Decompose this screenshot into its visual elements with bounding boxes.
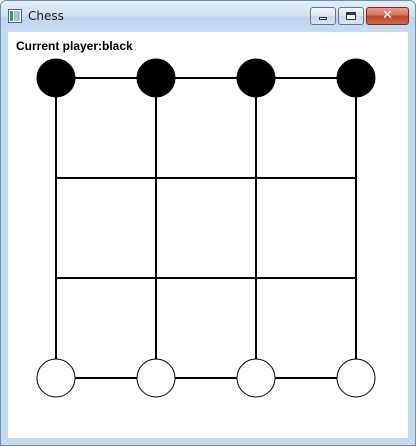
white-piece[interactable]: [36, 358, 76, 398]
maximize-icon: [346, 12, 356, 20]
black-piece[interactable]: [36, 58, 76, 98]
game-board[interactable]: [8, 32, 408, 438]
app-window-icon: [8, 9, 22, 23]
black-piece[interactable]: [336, 58, 376, 98]
game-area: Current player:black: [8, 32, 408, 438]
close-icon: ✕: [382, 8, 393, 23]
black-piece[interactable]: [236, 58, 276, 98]
white-piece[interactable]: [336, 358, 376, 398]
white-piece[interactable]: [236, 358, 276, 398]
title-bar[interactable]: Chess ✕: [1, 1, 415, 32]
close-button[interactable]: ✕: [366, 7, 409, 25]
white-piece[interactable]: [136, 358, 176, 398]
app-window: Chess ✕ Current player:black: [0, 0, 416, 446]
window-title: Chess: [28, 9, 64, 23]
black-piece[interactable]: [136, 58, 176, 98]
caption-buttons: ✕: [308, 7, 409, 27]
minimize-icon: [319, 17, 327, 20]
minimize-button[interactable]: [310, 7, 336, 25]
maximize-button[interactable]: [338, 7, 364, 25]
